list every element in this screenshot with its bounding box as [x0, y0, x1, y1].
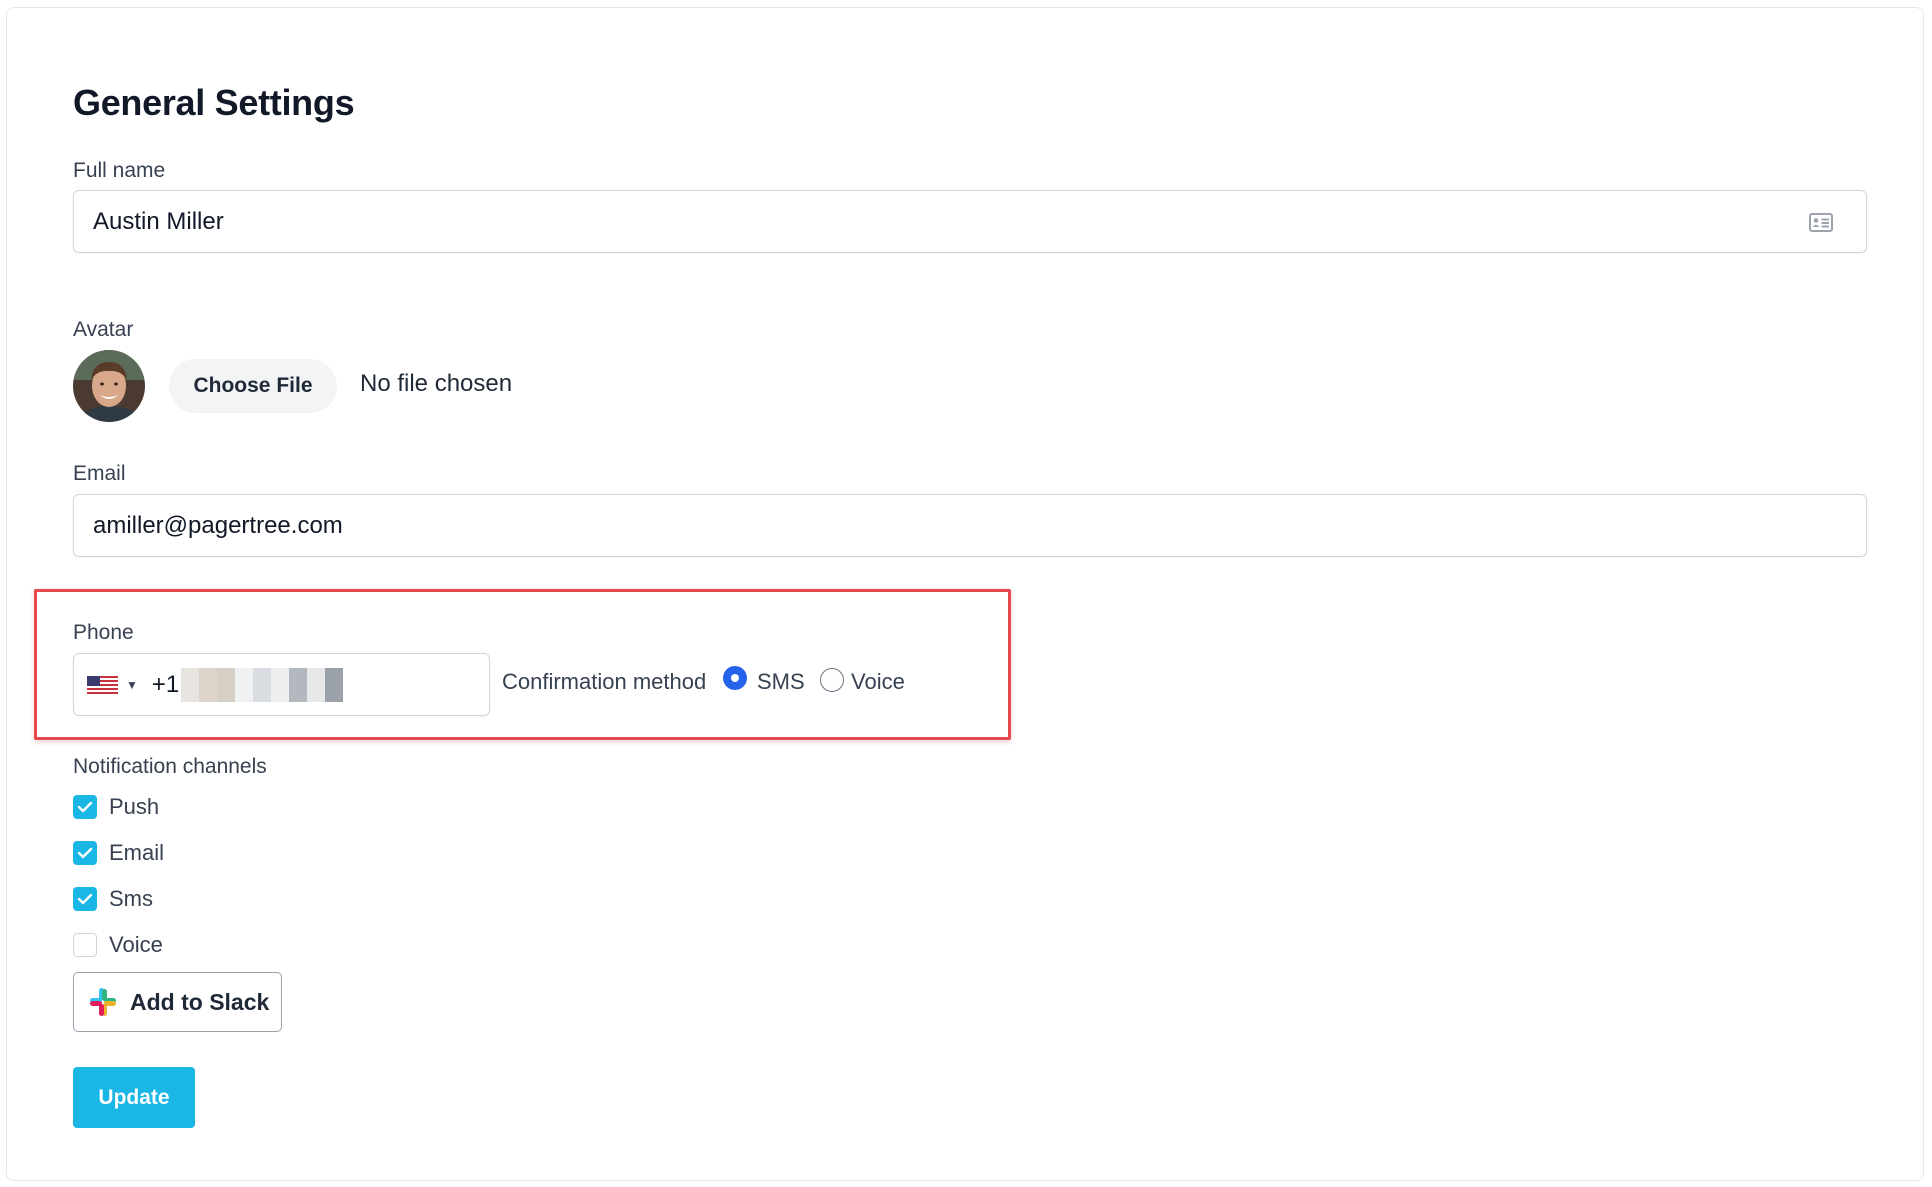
update-button[interactable]: Update: [73, 1067, 195, 1128]
id-card-icon: [1809, 213, 1833, 232]
settings-card: General Settings Full name Austin Miller…: [6, 7, 1924, 1181]
full-name-value: Austin Miller: [93, 207, 224, 235]
email-input[interactable]: amiller@pagertree.com: [73, 494, 1867, 557]
checkmark-icon: [77, 847, 93, 859]
push-checkbox[interactable]: [73, 795, 97, 819]
voice-radio[interactable]: [820, 668, 844, 692]
full-name-label: Full name: [73, 159, 166, 182]
full-name-input[interactable]: Austin Miller: [73, 190, 1867, 253]
add-to-slack-label: Add to Slack: [130, 988, 270, 1015]
sms-checkbox-label[interactable]: Sms: [109, 886, 153, 912]
avatar-photo-icon: [73, 350, 145, 422]
avatar-label: Avatar: [73, 318, 134, 341]
phone-prefix: +1: [151, 670, 180, 698]
email-value: amiller@pagertree.com: [93, 511, 343, 539]
choose-file-button[interactable]: Choose File: [169, 359, 337, 413]
checkmark-icon: [77, 801, 93, 813]
notification-channels-label: Notification channels: [73, 755, 267, 778]
redacted-phone-number: [181, 667, 344, 702]
checkmark-icon: [77, 893, 93, 905]
sms-radio-label[interactable]: SMS: [757, 669, 805, 695]
page-title: General Settings: [73, 82, 355, 123]
confirmation-method-label: Confirmation method: [502, 669, 707, 694]
sms-checkbox[interactable]: [73, 887, 97, 911]
email-label: Email: [73, 462, 126, 485]
sms-radio[interactable]: [723, 666, 747, 690]
phone-input[interactable]: ▼ +1: [73, 653, 490, 716]
slack-logo-icon: [90, 988, 116, 1016]
file-status: No file chosen: [360, 370, 513, 397]
avatar: [73, 350, 145, 422]
email-checkbox[interactable]: [73, 841, 97, 865]
email-checkbox-label[interactable]: Email: [109, 840, 164, 866]
add-to-slack-button[interactable]: Add to Slack: [73, 972, 282, 1032]
push-checkbox-label[interactable]: Push: [109, 794, 159, 820]
us-flag-icon[interactable]: [87, 675, 118, 694]
voice-radio-label[interactable]: Voice: [851, 669, 905, 695]
voice-checkbox-label[interactable]: Voice: [109, 932, 163, 958]
chevron-down-icon[interactable]: ▼: [126, 678, 138, 692]
voice-checkbox[interactable]: [73, 933, 97, 957]
phone-label: Phone: [73, 621, 134, 644]
